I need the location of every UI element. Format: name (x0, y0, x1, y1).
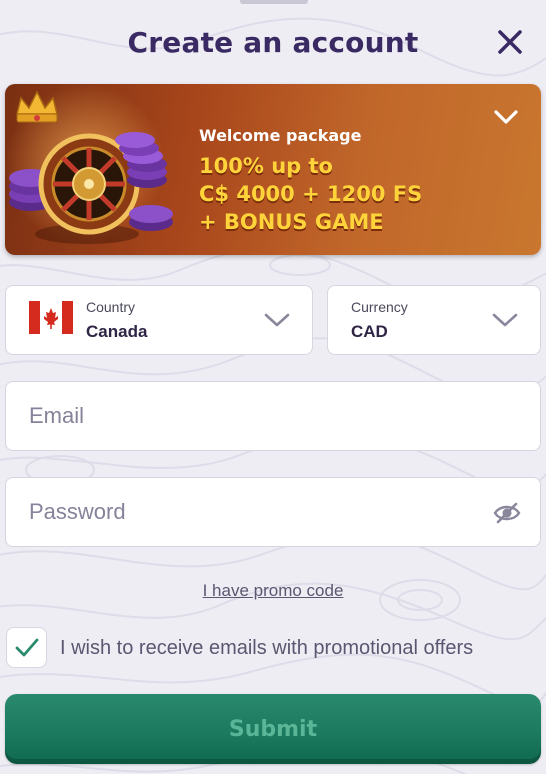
password-field[interactable] (5, 477, 541, 547)
chevron-down-icon[interactable] (493, 108, 519, 126)
drag-handle[interactable] (240, 0, 308, 4)
currency-value: CAD (351, 322, 388, 341)
close-icon (498, 30, 522, 54)
password-input[interactable] (29, 478, 489, 546)
country-value: Canada (86, 322, 148, 341)
banner-offer: 100% up to C$ 4000 + 1200 FS + BONUS GAM… (199, 152, 422, 236)
chevron-down-icon (492, 313, 518, 327)
offer-line: + BONUS GAME (199, 210, 384, 234)
country-label: Country (86, 299, 136, 315)
canada-flag-icon (29, 301, 73, 334)
page-title: Create an account (127, 26, 419, 59)
offer-line: C$ 4000 + 1200 FS (199, 182, 423, 206)
promo-emails-checkbox[interactable] (6, 627, 47, 668)
offer-line: 100% up to (199, 154, 333, 178)
checkmark-icon (15, 638, 39, 657)
casino-roulette-illustration (5, 84, 173, 244)
chevron-down-icon (264, 313, 290, 327)
currency-select[interactable]: Currency CAD (327, 285, 541, 355)
email-input[interactable] (29, 382, 489, 450)
country-select[interactable]: Country Canada (5, 285, 313, 355)
currency-label: Currency (351, 299, 408, 315)
welcome-package-banner[interactable]: Welcome package 100% up to C$ 4000 + 120… (5, 84, 541, 255)
promo-emails-label: I wish to receive emails with promotiona… (60, 637, 474, 659)
banner-subtitle: Welcome package (199, 126, 362, 145)
promo-code-link[interactable]: I have promo code (0, 581, 546, 601)
close-button[interactable] (494, 26, 526, 58)
submit-button[interactable]: Submit (5, 694, 541, 764)
eye-slash-icon[interactable] (493, 502, 521, 524)
email-field[interactable] (5, 381, 541, 451)
